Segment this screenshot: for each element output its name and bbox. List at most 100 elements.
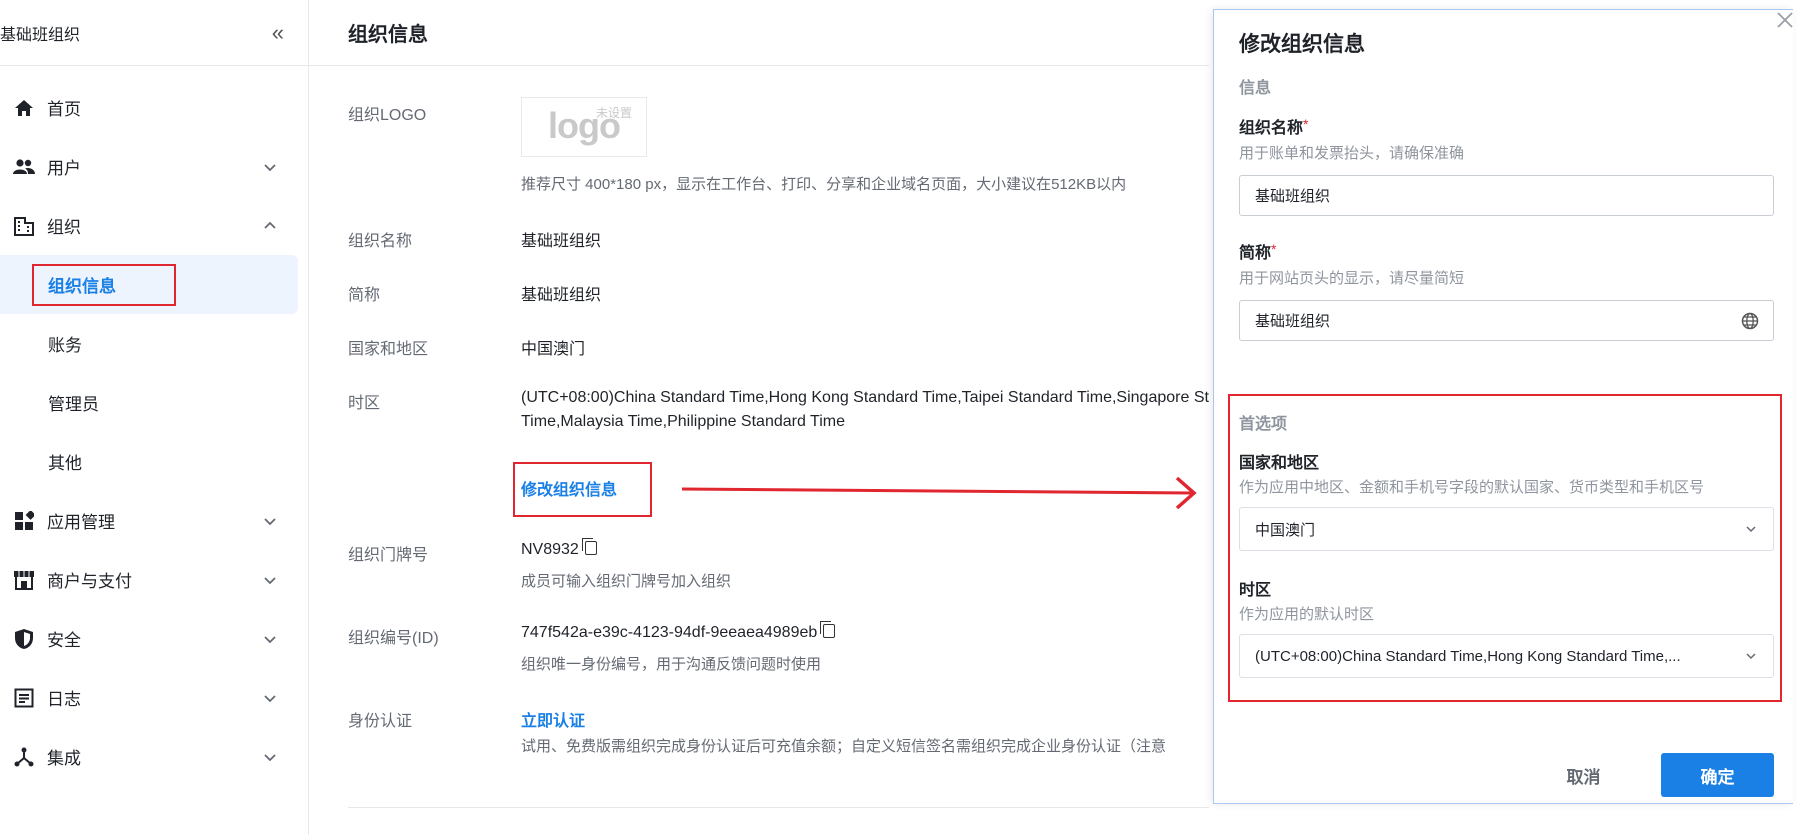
door-value: NV8932 [521, 541, 579, 558]
country-field-desc: 作为应用中地区、金额和手机号字段的默认国家、货币类型和手机区号 [1239, 479, 1705, 496]
edit-org-drawer: 修改组织信息 信息 组织名称* 用于账单和发票抬头，请确保准确 基础班组织 简称… [1213, 9, 1793, 804]
org-name-input-value: 基础班组织 [1255, 188, 1331, 205]
timezone-field-label: 时区 [1239, 582, 1272, 599]
divider [348, 807, 1209, 808]
chevron-down-icon [264, 694, 276, 702]
door-label: 组织门牌号 [348, 547, 429, 564]
sidebar-item-label: 安全 [47, 631, 81, 650]
globe-icon[interactable] [1741, 312, 1759, 330]
logo-label: 组织LOGO [348, 107, 427, 124]
auth-hint: 试用、免费版需组织完成身份认证后可充值余额；自定义短信签名需组织完成企业身份认证… [521, 738, 1167, 755]
sidebar-menu: 首页 用户 组织 组织信息 账务 管理员 其他 应用管理 商户与支付 安全 日志… [0, 66, 308, 786]
sidebar-subitem-other[interactable]: 其他 [0, 432, 308, 491]
apps-icon [12, 509, 36, 533]
users-icon [12, 155, 36, 179]
org-name-input[interactable]: 基础班组织 [1239, 175, 1774, 216]
building-icon [12, 214, 36, 238]
sidebar-item-users[interactable]: 用户 [0, 137, 308, 196]
id-hint: 组织唯一身份编号，用于沟通反馈问题时使用 [521, 656, 822, 673]
sidebar-item-logs[interactable]: 日志 [0, 668, 308, 727]
sidebar-item-label: 集成 [47, 749, 81, 768]
section-info-heading: 信息 [1239, 80, 1272, 97]
main-header: 组织信息 [309, 0, 1209, 66]
chevron-down-icon [1746, 526, 1756, 533]
id-label: 组织编号(ID) [348, 630, 439, 647]
timezone-value-line1: (UTC+08:00)China Standard Time,Hong Kong… [521, 389, 1209, 406]
timezone-label: 时区 [348, 395, 381, 412]
country-label: 国家和地区 [348, 341, 429, 358]
sidebar-item-merchant-payment[interactable]: 商户与支付 [0, 550, 308, 609]
sidebar-item-label: 商户与支付 [47, 572, 132, 591]
sidebar-item-label: 首页 [47, 100, 81, 119]
chevron-down-icon [1746, 653, 1756, 660]
id-value: 747f542a-e39c-4123-94df-9eeaea4989eb [521, 624, 818, 641]
close-icon[interactable] [1775, 10, 1795, 30]
id-value-wrap: 747f542a-e39c-4123-94df-9eeaea4989eb [521, 621, 836, 642]
sidebar-item-integration[interactable]: 集成 [0, 727, 308, 786]
edit-org-info-link[interactable]: 修改组织信息 [521, 476, 617, 500]
timezone-value-line2: Time,Malaysia Time,Philippine Standard T… [521, 413, 845, 430]
auth-label: 身份认证 [348, 713, 413, 730]
chevron-down-icon [264, 576, 276, 584]
collapse-sidebar-icon[interactable]: « [272, 20, 284, 46]
timezone-field-desc: 作为应用的默认时区 [1239, 606, 1375, 623]
sidebar-item-label: 组织 [47, 218, 81, 237]
sidebar-subitem-billing[interactable]: 账务 [0, 314, 308, 373]
country-select[interactable]: 中国澳门 [1239, 507, 1774, 551]
log-icon [12, 686, 36, 710]
sidebar-item-label: 应用管理 [47, 513, 115, 532]
sidebar-item-org[interactable]: 组织 [0, 196, 308, 255]
sidebar-header: 基础班组织 « [0, 0, 308, 66]
chevron-down-icon [264, 753, 276, 761]
short-name-input-value: 基础班组织 [1255, 313, 1331, 330]
sidebar-item-app-management[interactable]: 应用管理 [0, 491, 308, 550]
main-content: 组织信息 组织LOGO logo 未设置 推荐尺寸 400*180 px，显示在… [309, 0, 1209, 835]
timezone-select-value: (UTC+08:00)China Standard Time,Hong Kong… [1255, 647, 1681, 665]
chevron-down-icon [264, 635, 276, 643]
section-preferences-heading: 首选项 [1239, 416, 1288, 433]
integration-icon [12, 745, 36, 769]
name-label: 组织名称 [348, 233, 413, 250]
page-title: 组织信息 [348, 24, 428, 46]
short-label: 简称 [348, 287, 381, 304]
country-field-label: 国家和地区 [1239, 455, 1320, 472]
copy-icon[interactable] [820, 621, 836, 638]
sidebar-item-label: 日志 [47, 690, 81, 709]
name-field-label: 组织名称* [1239, 114, 1308, 138]
org-name: 基础班组织 [0, 26, 81, 44]
logo-upload[interactable]: logo 未设置 [521, 97, 647, 157]
chevron-down-icon [264, 163, 276, 171]
short-value: 基础班组织 [521, 287, 602, 304]
country-select-value: 中国澳门 [1255, 521, 1316, 539]
name-field-label-text: 组织名称 [1239, 120, 1304, 137]
cancel-button[interactable]: 取消 [1541, 753, 1626, 797]
sidebar-subitem-org-info[interactable]: 组织信息 [0, 255, 298, 314]
annotation-arrow [681, 476, 1197, 510]
sidebar-item-security[interactable]: 安全 [0, 609, 308, 668]
copy-icon[interactable] [581, 538, 597, 555]
logo-hint: 推荐尺寸 400*180 px，显示在工作台、打印、分享和企业域名页面，大小建议… [521, 176, 1127, 193]
chevron-up-icon [264, 221, 276, 229]
confirm-button[interactable]: 确定 [1661, 753, 1774, 797]
shield-icon [12, 627, 36, 651]
short-name-input[interactable]: 基础班组织 [1239, 300, 1774, 341]
sidebar-item-home[interactable]: 首页 [0, 78, 308, 137]
drawer-title: 修改组织信息 [1239, 33, 1365, 56]
shop-icon [12, 568, 36, 592]
logo-not-set-tag: 未设置 [595, 106, 632, 120]
name-field-desc: 用于账单和发票抬头，请确保准确 [1239, 145, 1465, 162]
sidebar-subitem-admins[interactable]: 管理员 [0, 373, 308, 432]
short-field-label: 简称* [1239, 239, 1276, 263]
home-icon [12, 96, 36, 120]
verify-now-link[interactable]: 立即认证 [521, 707, 585, 731]
short-field-label-text: 简称 [1239, 245, 1272, 262]
door-hint: 成员可输入组织门牌号加入组织 [521, 573, 732, 590]
required-mark: * [1303, 116, 1309, 132]
country-value: 中国澳门 [521, 341, 586, 358]
timezone-select[interactable]: (UTC+08:00)China Standard Time,Hong Kong… [1239, 634, 1774, 678]
name-value: 基础班组织 [521, 233, 602, 250]
sidebar-item-label: 用户 [47, 159, 81, 178]
required-mark: * [1271, 241, 1277, 257]
short-field-desc: 用于网站页头的显示，请尽量简短 [1239, 270, 1465, 287]
chevron-down-icon [264, 517, 276, 525]
